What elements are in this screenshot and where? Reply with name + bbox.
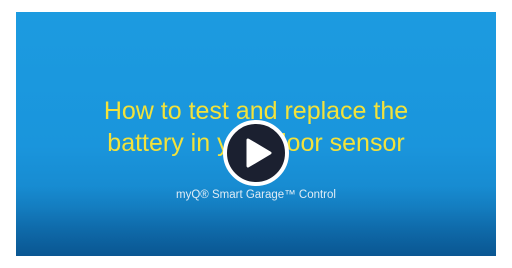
play-icon xyxy=(241,138,272,168)
video-player[interactable]: How to test and replace the battery in y… xyxy=(16,12,496,256)
play-button[interactable] xyxy=(223,120,289,186)
video-subtitle: myQ® Smart Garage™ Control xyxy=(176,189,336,201)
